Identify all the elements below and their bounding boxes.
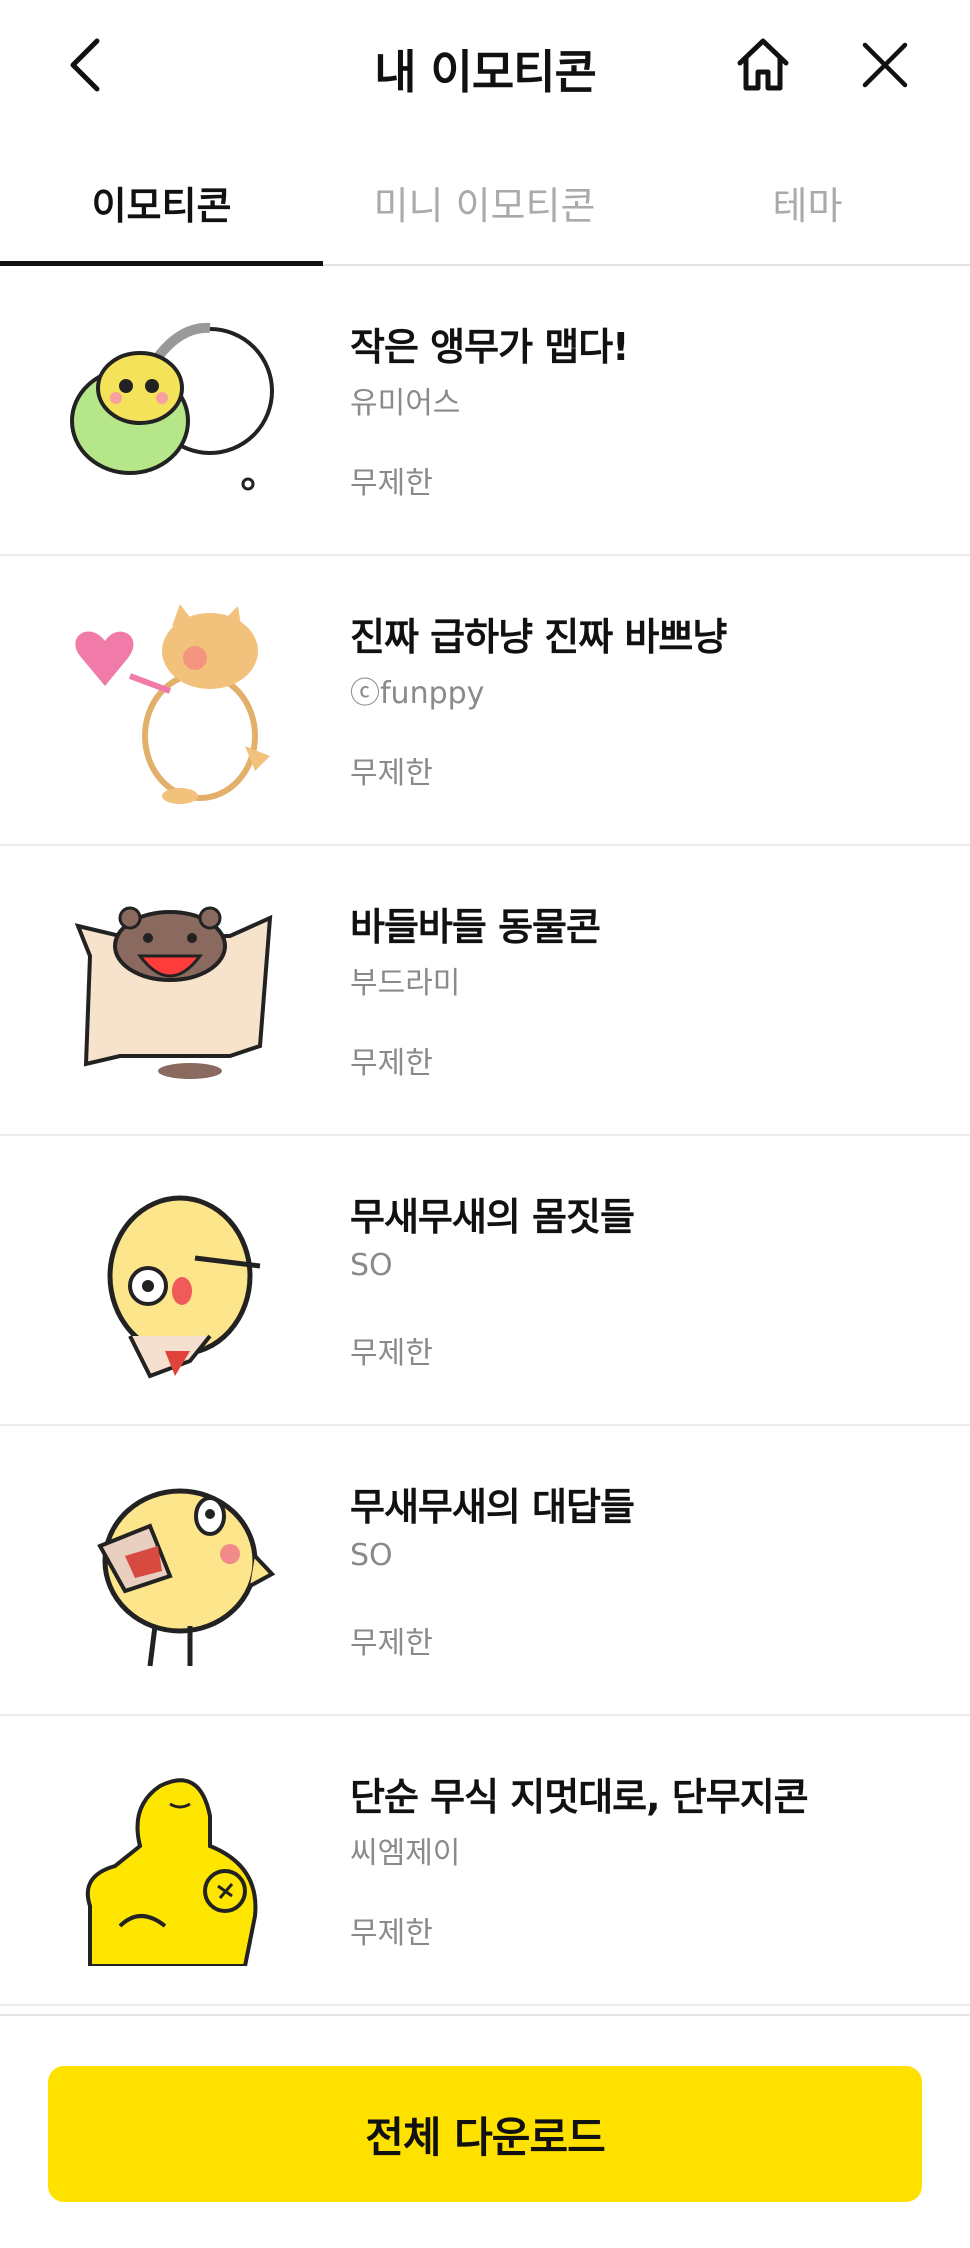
flying-squirrel-sticker-thumbnail xyxy=(60,886,290,1096)
chick-answer-sticker-thumbnail xyxy=(60,1466,290,1676)
top-bar: 내 이모티콘 xyxy=(0,0,970,140)
item-period: 무제한 xyxy=(350,756,433,791)
item-title: 작은 앵무가 맵다! xyxy=(350,325,630,369)
item-title: 바들바들 동물콘 xyxy=(350,905,601,949)
bottom-action-bar: 전체 다운로드 xyxy=(0,2014,970,2248)
list-item[interactable]: 바들바들 동물콘 부드라미 무제한 xyxy=(0,846,970,1136)
tab-theme[interactable]: 테마 xyxy=(646,140,969,264)
close-icon xyxy=(862,42,908,88)
item-title: 단순 무식 지멋대로, 단무지콘 xyxy=(350,1775,809,1819)
item-period: 무제한 xyxy=(350,1916,433,1951)
list-item[interactable]: 무새무새의 몸짓들 SO 무제한 xyxy=(0,1136,970,1426)
download-all-button[interactable]: 전체 다운로드 xyxy=(48,2066,922,2202)
close-button[interactable] xyxy=(850,30,920,100)
item-author: 유미어스 xyxy=(350,386,461,421)
item-period: 무제한 xyxy=(350,466,433,501)
list-item[interactable]: 무새무새의 대답들 SO 무제한 xyxy=(0,1426,970,1716)
item-period: 무제한 xyxy=(350,1626,433,1661)
item-period: 무제한 xyxy=(350,1046,433,1081)
cat-heart-sticker-thumbnail xyxy=(60,596,290,806)
parrot-sticker-thumbnail xyxy=(60,306,290,516)
tab-emoticon[interactable]: 이모티콘 xyxy=(0,140,323,266)
chick-gesture-sticker-thumbnail xyxy=(60,1176,290,1386)
home-button[interactable] xyxy=(728,30,798,100)
list-item[interactable]: 단순 무식 지멋대로, 단무지콘 씨엠제이 무제한 xyxy=(0,1716,970,2006)
tab-bar: 이모티콘 미니 이모티콘 테마 xyxy=(0,140,970,266)
item-author: SO xyxy=(350,1538,393,1573)
home-icon xyxy=(737,38,789,91)
list-item[interactable]: 진짜 급하냥 진짜 바쁘냥 ⓒfunppy 무제한 xyxy=(0,556,970,846)
item-title: 진짜 급하냥 진짜 바쁘냥 xyxy=(350,615,727,659)
item-author: 씨엠제이 xyxy=(350,1836,461,1871)
yellow-character-sticker-thumbnail xyxy=(60,1756,290,1966)
item-title: 무새무새의 몸짓들 xyxy=(350,1195,635,1239)
item-author: SO xyxy=(350,1248,393,1283)
item-author: ⓒfunppy xyxy=(350,676,485,711)
page-title: 내 이모티콘 xyxy=(374,45,597,99)
tab-mini-emoticon[interactable]: 미니 이모티콘 xyxy=(323,140,646,264)
emoticon-list: 작은 앵무가 맵다! 유미어스 무제한 진짜 급하냥 진짜 바쁘냥 ⓒfunpp… xyxy=(0,266,970,2006)
item-title: 무새무새의 대답들 xyxy=(350,1485,635,1529)
item-period: 무제한 xyxy=(350,1336,433,1371)
list-item[interactable]: 작은 앵무가 맵다! 유미어스 무제한 xyxy=(0,266,970,556)
item-author: 부드라미 xyxy=(350,966,461,1001)
